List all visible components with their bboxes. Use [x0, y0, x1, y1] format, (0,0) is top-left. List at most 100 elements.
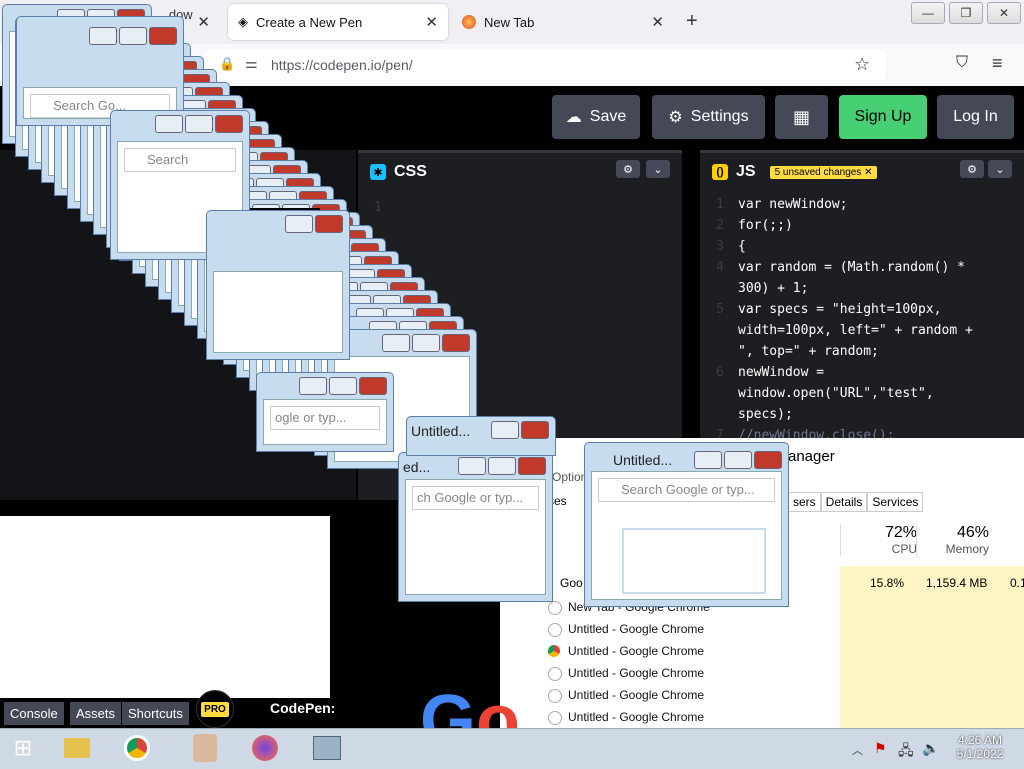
- task-manager-title: anager: [788, 448, 835, 465]
- search-input[interactable]: Search Google or typ...: [598, 478, 775, 502]
- close-icon[interactable]: ✕: [425, 13, 438, 31]
- line-number: 1: [374, 200, 382, 215]
- row-cpu: 15.8%: [870, 576, 905, 590]
- css-chevron-down-icon[interactable]: ⌄: [646, 160, 670, 178]
- process-row[interactable]: Untitled - Google Chrome: [548, 666, 704, 681]
- minimize-button[interactable]: [491, 421, 519, 439]
- minimize-button[interactable]: [155, 115, 183, 133]
- css-title: CSS: [394, 163, 427, 180]
- close-button[interactable]: [215, 115, 243, 133]
- permissions-icon[interactable]: ⚌: [245, 55, 258, 72]
- cpu-column[interactable]: 72% CPU: [840, 524, 921, 556]
- js-chevron-down-icon[interactable]: ⌄: [988, 160, 1012, 178]
- assets-button[interactable]: Assets: [70, 702, 122, 725]
- clock[interactable]: 4:26 AM 5/1/2022: [950, 733, 1010, 761]
- maximize-button[interactable]: [329, 377, 357, 395]
- search-input[interactable]: Search: [124, 148, 236, 172]
- popup-window[interactable]: Untitled... Search Google or typ...: [584, 442, 789, 607]
- popup-window[interactable]: Untitled...: [406, 416, 556, 456]
- settings-button[interactable]: ⚙ Settings: [652, 95, 765, 139]
- layout-button[interactable]: ▦: [775, 95, 828, 139]
- close-button[interactable]: [315, 215, 343, 233]
- login-button[interactable]: Log In: [937, 95, 1014, 139]
- process-name: Untitled - Google Chrome: [568, 622, 705, 636]
- minimize-button[interactable]: [285, 215, 313, 233]
- maximize-button[interactable]: [119, 27, 147, 45]
- codepen-brand: CodePen:: [270, 700, 336, 716]
- minimize-button[interactable]: [89, 27, 117, 45]
- pocket-icon[interactable]: ⛉: [956, 54, 968, 72]
- chrome-icon[interactable]: [120, 732, 154, 764]
- cpu-label: CPU: [891, 542, 917, 556]
- popup-window[interactable]: ed... ch Google or typ...: [398, 452, 553, 602]
- unsaved-changes-badge[interactable]: 5 unsaved changes ✕: [769, 165, 878, 179]
- close-icon[interactable]: ✕: [197, 13, 210, 31]
- minimize-button[interactable]: [458, 457, 486, 475]
- process-row[interactable]: Untitled - Google Chrome: [548, 710, 704, 725]
- minimize-button[interactable]: [382, 334, 410, 352]
- pro-badge[interactable]: PRO: [196, 690, 234, 728]
- maximize-button[interactable]: [724, 451, 752, 469]
- code-line: ", top=" + random;: [716, 341, 1024, 362]
- maximize-button[interactable]: ❐: [949, 2, 983, 24]
- console-button[interactable]: Console: [4, 702, 64, 725]
- close-icon[interactable]: ✕: [651, 13, 664, 31]
- maximize-button[interactable]: [412, 334, 440, 352]
- close-button[interactable]: [359, 377, 387, 395]
- shortcuts-button[interactable]: Shortcuts: [122, 702, 189, 725]
- css-settings-icon[interactable]: ⚙: [616, 160, 640, 178]
- save-button[interactable]: ☁ Save: [552, 95, 640, 139]
- maximize-button[interactable]: [488, 457, 516, 475]
- tab-create-pen[interactable]: ◈ Create a New Pen ✕: [228, 4, 448, 40]
- close-window-button[interactable]: ✕: [987, 2, 1021, 24]
- css-code: 1: [358, 191, 682, 218]
- minimize-button[interactable]: —: [911, 2, 945, 24]
- bookmark-star-icon[interactable]: ☆: [854, 54, 870, 75]
- tab-users[interactable]: sers: [788, 492, 821, 512]
- line-number: 6: [716, 365, 724, 380]
- close-button[interactable]: [754, 451, 782, 469]
- js-editor[interactable]: () JS 5 unsaved changes ✕ ⚙ ⌄ 1 var newWi…: [700, 150, 1024, 443]
- memory-column[interactable]: 46% Memory: [916, 524, 993, 556]
- css-icon: ✱: [370, 164, 386, 180]
- popup-window[interactable]: ogle or typ...: [256, 372, 394, 452]
- tab-details[interactable]: Details: [820, 492, 868, 512]
- flag-icon[interactable]: ⚑: [874, 740, 887, 757]
- firefox-icon[interactable]: [248, 732, 282, 764]
- search-placeholder: Search: [147, 152, 189, 167]
- search-input[interactable]: ogle or typ...: [270, 406, 380, 430]
- avatar-app-icon[interactable]: [188, 732, 222, 764]
- popup-window[interactable]: [206, 210, 350, 360]
- tray-chevron-up-icon[interactable]: ︿: [852, 742, 863, 758]
- process-google[interactable]: Goo: [560, 576, 583, 590]
- process-row[interactable]: Untitled - Google Chrome: [548, 622, 705, 637]
- windows-start-icon[interactable]: ⊞: [6, 732, 40, 764]
- js-icon: (): [712, 164, 728, 180]
- close-button[interactable]: [442, 334, 470, 352]
- tab-new-tab[interactable]: New Tab ✕: [452, 4, 674, 40]
- js-settings-icon[interactable]: ⚙: [960, 160, 984, 178]
- clock-time: 4:26 AM: [957, 733, 1003, 747]
- maximize-button[interactable]: [185, 115, 213, 133]
- minimize-button[interactable]: [299, 377, 327, 395]
- url-bar[interactable]: 🔒 ⚌ https://codepen.io/pen/: [205, 50, 885, 80]
- tab-services[interactable]: Services: [867, 492, 924, 512]
- network-icon[interactable]: 🖧: [898, 740, 914, 764]
- close-button[interactable]: [149, 27, 177, 45]
- clock-date: 5/1/2022: [956, 747, 1004, 761]
- process-row[interactable]: Untitled - Google Chrome: [548, 644, 704, 658]
- code-text: for(;;): [738, 218, 793, 233]
- task-manager-icon[interactable]: [310, 732, 344, 764]
- minimize-button[interactable]: [694, 451, 722, 469]
- code-line: 1 var newWindow;: [716, 194, 1024, 215]
- file-explorer-icon[interactable]: [60, 732, 94, 764]
- search-input[interactable]: ch Google or typ...: [412, 486, 539, 510]
- volume-icon[interactable]: 🔈: [922, 740, 939, 757]
- signup-button[interactable]: Sign Up: [839, 95, 927, 139]
- process-row[interactable]: Untitled - Google Chrome: [548, 688, 704, 703]
- new-tab-plus-icon[interactable]: +: [686, 10, 698, 33]
- nested-window: [622, 528, 766, 594]
- close-button[interactable]: [521, 421, 549, 439]
- menu-icon[interactable]: ≡: [992, 53, 1003, 74]
- close-button[interactable]: [518, 457, 546, 475]
